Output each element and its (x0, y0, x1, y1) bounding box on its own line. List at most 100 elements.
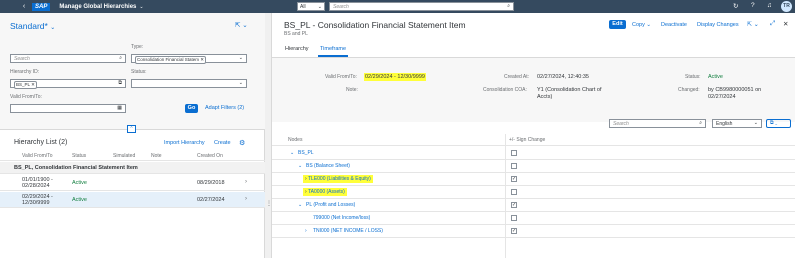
tree-row[interactable]: ⌄ BS_PL (272, 147, 795, 160)
sign-change-checkbox[interactable] (511, 150, 517, 156)
fullscreen-icon[interactable]: ⤢ (770, 20, 775, 28)
valid-value: 02/29/2024 - 12/30/9999 (364, 73, 426, 81)
import-hierarchy-button[interactable]: Import Hierarchy (164, 140, 205, 146)
expand-icon[interactable]: › (305, 228, 307, 234)
value-help-icon[interactable]: ⧉ (118, 80, 122, 86)
valid-from-to-field[interactable]: ▦ (10, 104, 126, 113)
highlighted-node[interactable]: › TA0000 (Assets) (303, 188, 347, 196)
sign-change-checkbox-checked[interactable]: ✓ (511, 228, 517, 234)
display-changes-button[interactable]: Display Changes (697, 22, 739, 28)
export-menu-button[interactable]: ⧉ ⌄ (766, 119, 791, 128)
sign-change-checkbox[interactable] (511, 163, 517, 169)
type-field[interactable]: Consolidation Financial Statem ✕ ⌄ (131, 54, 247, 64)
tree-search-input[interactable]: Search ⌕ (609, 119, 706, 128)
shell-bar: ‹ SAP Manage Global Hierarchies ⌄ All ⌄ S… (0, 0, 795, 13)
tree-row[interactable]: ⌄ PL (Profit and Losses) ✓ (272, 199, 795, 212)
calendar-icon[interactable]: ▦ (117, 105, 122, 111)
help-icon[interactable]: ? (751, 2, 755, 9)
hierarchy-id-field[interactable]: BS_PL ✕ ⧉ (10, 79, 126, 89)
hierarchy-id-token[interactable]: BS_PL ✕ (14, 81, 37, 89)
share-icon[interactable]: ⇱ ⌄ (235, 21, 248, 29)
copy-button[interactable]: Copy ⌄ (632, 22, 651, 28)
chevron-down-icon[interactable]: ⌄ (139, 4, 143, 10)
filter-bar: Standard* ⌄ ⇱ ⌄ Search ⌕ Type: Consolidat… (0, 13, 265, 133)
chevron-down-icon[interactable]: ⌄ (239, 55, 243, 61)
group-header-row: BS_PL, Consolidation Financial Statement… (0, 162, 265, 174)
tab-timeframe[interactable]: Timeframe (320, 46, 346, 52)
created-at-label: Created At: (504, 74, 530, 80)
table-row[interactable]: 01/01/1900 -02/28/2024 Active 08/29/2018… (0, 175, 265, 191)
group-title: BS_PL, Consolidation Financial Statement… (14, 165, 138, 171)
go-button[interactable]: Go (185, 104, 198, 113)
node-label[interactable]: TLE000 (Liabilities & Equity) (308, 176, 371, 182)
expand-icon[interactable]: › (305, 176, 307, 182)
settings-gear-icon[interactable]: ⚙ (239, 139, 245, 147)
collapse-header-button[interactable]: ⌃ (127, 125, 136, 133)
node-label[interactable]: BS_PL (298, 150, 314, 156)
adapt-filters-link[interactable]: Adapt Filters (2) (205, 105, 244, 111)
type-token[interactable]: Consolidation Financial Statem ✕ (135, 56, 207, 64)
status-cell: Active (72, 197, 87, 203)
node-label[interactable]: TNI000 (NET INCOME / LOSS) (313, 228, 383, 234)
chevron-down-icon[interactable]: ⌄ (50, 25, 55, 31)
tree-row[interactable]: › TLE000 (Liabilities & Equity) ✓ (272, 173, 795, 186)
tab-hierarchy[interactable]: Hierarchy (285, 46, 309, 52)
status-value: Active (708, 74, 723, 80)
left-pane: Standard* ⌄ ⇱ ⌄ Search ⌕ Type: Consolidat… (0, 13, 265, 258)
status-cell: Active (72, 180, 87, 186)
tree-row[interactable]: › TA0000 (Assets) (272, 186, 795, 199)
chevron-down-icon[interactable]: ⌄ (754, 120, 758, 126)
close-icon[interactable]: ✕ (783, 20, 788, 28)
created-at-value: 02/27/2024, 12:40:35 (537, 74, 589, 80)
app-title[interactable]: Manage Global Hierarchies (59, 4, 136, 10)
status-label: Status: (131, 69, 147, 75)
node-label[interactable]: PL (Profit and Losses) (306, 202, 355, 208)
share-icon[interactable]: ⇱ ⌄ (747, 21, 759, 28)
edit-button[interactable]: Edit (609, 20, 626, 29)
search-input[interactable]: Search ⌕ (10, 54, 126, 63)
language-select[interactable]: English ⌄ (712, 119, 762, 128)
node-label[interactable]: 799000 (Net Income/loss) (313, 215, 370, 221)
tree-row[interactable]: ⌄ BS (Balance Sheet) (272, 160, 795, 173)
search-icon[interactable]: ⌕ (699, 120, 702, 126)
deactivate-button[interactable]: Deactivate (661, 22, 687, 28)
node-label[interactable]: BS (Balance Sheet) (306, 163, 350, 169)
highlighted-node[interactable]: › TLE000 (Liabilities & Equity) (303, 175, 373, 183)
back-icon[interactable]: ‹ (18, 3, 30, 10)
col-created-on: Created On (197, 153, 223, 159)
col-status: Status (72, 153, 87, 159)
col-sign-change: +/- Sign Change (509, 137, 546, 143)
notification-bell-icon[interactable]: ♫ (767, 2, 772, 9)
status-select[interactable]: ⌄ (131, 79, 247, 88)
avatar[interactable]: TR (781, 1, 792, 12)
sign-change-checkbox-checked[interactable]: ✓ (511, 202, 517, 208)
node-label[interactable]: TA0000 (Assets) (308, 189, 345, 195)
create-button[interactable]: Create (214, 140, 231, 146)
tree-row[interactable]: › TNI000 (NET INCOME / LOSS) ✓ (272, 225, 795, 238)
search-icon[interactable]: ⌕ (119, 55, 122, 61)
pane-splitter[interactable]: ⋮ (265, 13, 272, 258)
status-label: Status: (685, 74, 701, 80)
sign-change-checkbox-checked[interactable]: ✓ (511, 176, 517, 182)
collapse-icon[interactable]: ⌄ (298, 163, 302, 169)
chevron-right-icon[interactable]: › (245, 196, 247, 202)
valid-cell: 02/29/2024 -12/30/9999 (22, 194, 53, 206)
variant-selector[interactable]: Standard* ⌄ (10, 21, 55, 31)
chevron-down-icon[interactable]: ⌄ (239, 80, 243, 86)
global-search-input[interactable]: Search ⌕ (329, 2, 514, 11)
sap-logo[interactable]: SAP (32, 2, 51, 11)
valid-label: Valid From/To: (325, 74, 357, 80)
expand-icon[interactable]: › (305, 189, 307, 195)
tree-row[interactable]: 799000 (Net Income/loss) (272, 212, 795, 225)
created-cell: 08/29/2018 (197, 180, 225, 186)
collapse-icon[interactable]: ⌄ (298, 202, 302, 208)
search-icon[interactable]: ⌕ (507, 3, 510, 9)
search-scope-select[interactable]: All ⌄ (297, 2, 325, 11)
collapse-icon[interactable]: ⌄ (290, 150, 294, 156)
history-icon[interactable]: ↻ (733, 2, 738, 10)
sign-change-checkbox[interactable] (511, 215, 517, 221)
table-row-selected[interactable]: 02/29/2024 -12/30/9999 Active 02/27/2024… (0, 192, 265, 208)
object-title: BS_PL - Consolidation Financial Statemen… (284, 20, 466, 30)
chevron-right-icon[interactable]: › (245, 179, 247, 185)
sign-change-checkbox[interactable] (511, 189, 517, 195)
